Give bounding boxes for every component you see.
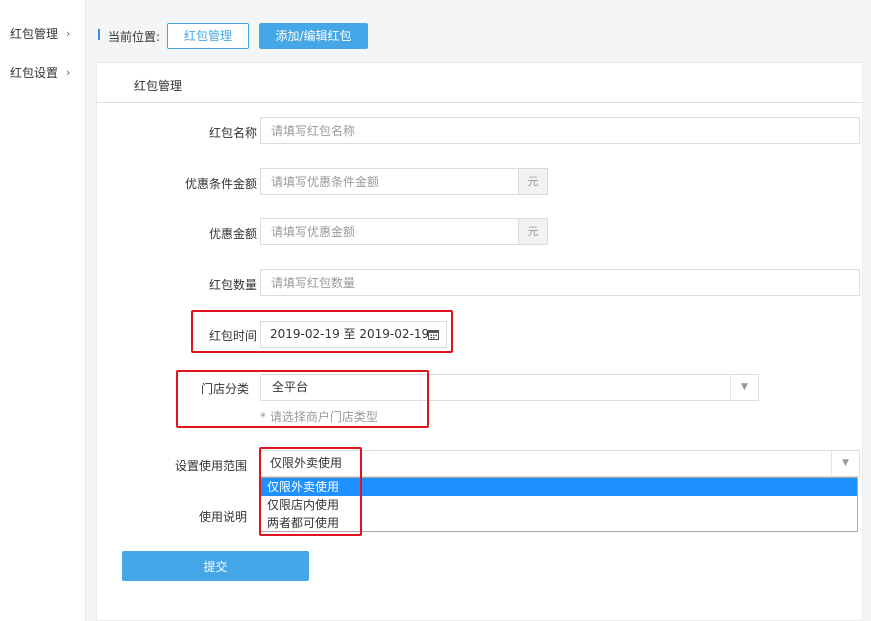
chevron-right-icon: › bbox=[66, 27, 71, 40]
quantity-input[interactable] bbox=[260, 269, 860, 296]
usage-scope-option-both[interactable]: 两者都可使用 bbox=[261, 514, 857, 532]
main-content: 当前位置: 红包管理 添加/编辑红包 红包管理 红包名称 优惠条件金额 元 优惠… bbox=[86, 0, 871, 621]
calendar-icon bbox=[428, 330, 439, 340]
quantity-label: 红包数量 bbox=[208, 278, 257, 292]
usage-scope-label: 设置使用范围 bbox=[174, 459, 247, 473]
sidebar-item-hongbao-manage[interactable]: 红包管理 › bbox=[10, 24, 70, 44]
chevron-down-icon: ▼ bbox=[831, 451, 859, 476]
name-input[interactable] bbox=[260, 117, 860, 144]
usage-scope-option-dine-in[interactable]: 仅限店内使用 bbox=[261, 496, 857, 514]
breadcrumb-add-edit-button[interactable]: 添加/编辑红包 bbox=[259, 23, 368, 49]
date-range-input[interactable]: 2019-02-19 至 2019-02-19 bbox=[260, 321, 447, 348]
discount-amount-input[interactable] bbox=[260, 218, 519, 245]
panel-title: 红包管理 bbox=[97, 63, 864, 103]
discount-amount-unit: 元 bbox=[519, 218, 548, 245]
sidebar: 红包管理 › 红包设置 › bbox=[0, 0, 86, 621]
breadcrumb: 当前位置: 红包管理 添加/编辑红包 bbox=[86, 0, 871, 60]
sidebar-item-hongbao-settings[interactable]: 红包设置 › bbox=[10, 63, 70, 83]
sidebar-item-label: 红包管理 bbox=[10, 27, 59, 41]
date-range-value: 2019-02-19 至 2019-02-19 bbox=[270, 327, 430, 341]
store-category-select[interactable]: 全平台 ▼ bbox=[260, 374, 759, 401]
store-category-hint: * 请选择商户门店类型 bbox=[260, 410, 378, 424]
time-label: 红包时间 bbox=[208, 329, 257, 343]
store-category-label: 门店分类 bbox=[200, 382, 249, 396]
sidebar-item-label: 红包设置 bbox=[10, 66, 59, 80]
scrollbar[interactable] bbox=[863, 0, 871, 621]
discount-amount-label: 优惠金额 bbox=[208, 227, 257, 241]
breadcrumb-label: 当前位置: bbox=[108, 30, 161, 44]
chevron-right-icon: › bbox=[66, 66, 71, 79]
store-category-value: 全平台 bbox=[272, 380, 309, 394]
breadcrumb-hongbao-manage-button[interactable]: 红包管理 bbox=[167, 23, 249, 49]
usage-scope-value: 仅限外卖使用 bbox=[270, 456, 343, 470]
name-label: 红包名称 bbox=[208, 126, 257, 140]
chevron-down-icon: ▼ bbox=[730, 375, 758, 400]
form-panel: 红包管理 红包名称 优惠条件金额 元 优惠金额 元 红包数量 红包时间 2019… bbox=[96, 62, 864, 621]
usage-scope-select[interactable]: 仅限外卖使用 ▼ bbox=[260, 450, 860, 477]
usage-scope-option-delivery[interactable]: 仅限外卖使用 bbox=[261, 478, 857, 496]
usage-note-label: 使用说明 bbox=[198, 510, 247, 524]
breadcrumb-marker bbox=[98, 29, 100, 40]
submit-button[interactable]: 提交 bbox=[122, 551, 309, 581]
condition-amount-input[interactable] bbox=[260, 168, 519, 195]
condition-amount-label: 优惠条件金额 bbox=[184, 177, 257, 191]
condition-amount-unit: 元 bbox=[519, 168, 548, 195]
usage-scope-dropdown: 仅限外卖使用 仅限店内使用 两者都可使用 bbox=[260, 477, 858, 532]
